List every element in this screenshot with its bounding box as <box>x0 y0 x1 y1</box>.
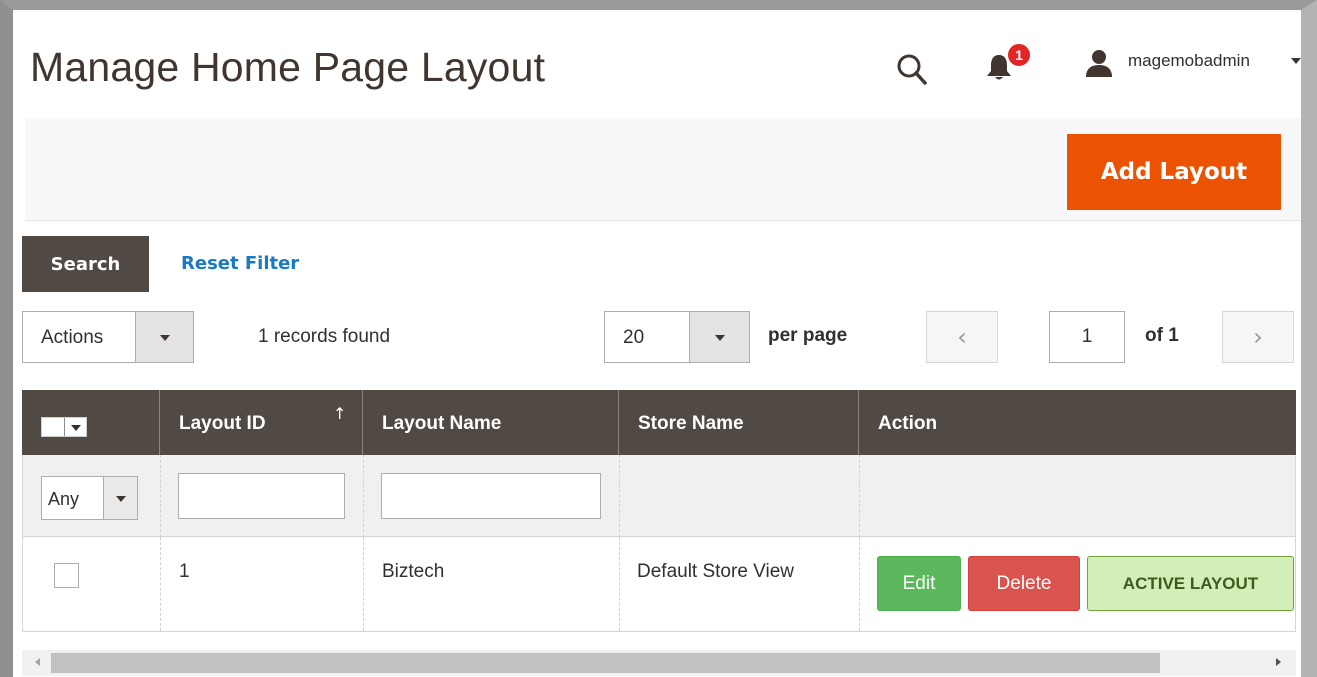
row-select-checkbox[interactable] <box>54 563 79 588</box>
column-divider <box>160 537 161 631</box>
scroll-right-icon[interactable] <box>1276 658 1281 666</box>
chevron-left-icon: ‹ <box>957 323 967 351</box>
page-size-select[interactable]: 20 <box>604 311 750 363</box>
filter-any-dropdown-button[interactable] <box>103 477 137 519</box>
layout-grid: Layout ID ↑ Layout Name Store Name Actio… <box>22 390 1296 632</box>
search-icon[interactable] <box>895 53 929 87</box>
active-layout-button[interactable]: ACTIVE LAYOUT <box>1087 556 1294 611</box>
username[interactable]: magemobadmin <box>1128 51 1250 71</box>
cell-store-name: Default Store View <box>637 561 795 582</box>
per-page-label: per page <box>768 325 848 346</box>
page-title: Manage Home Page Layout <box>30 44 546 90</box>
chevron-down-icon <box>714 335 725 341</box>
scrollbar-thumb[interactable] <box>51 653 1160 673</box>
column-divider <box>859 537 860 631</box>
column-header-layout-name[interactable]: Layout Name <box>362 390 618 455</box>
horizontal-scrollbar[interactable] <box>22 650 1296 676</box>
edit-button[interactable]: Edit <box>877 556 961 611</box>
cell-layout-id: 1 <box>179 561 190 582</box>
search-button[interactable]: Search <box>22 236 149 292</box>
column-divider <box>619 537 620 631</box>
next-page-button[interactable]: › <box>1222 311 1294 363</box>
scroll-left-icon[interactable] <box>35 658 40 666</box>
page-number-input[interactable] <box>1049 311 1125 363</box>
prev-page-button[interactable]: ‹ <box>926 311 998 363</box>
page-size-dropdown-button[interactable] <box>689 312 749 362</box>
records-found: 1 records found <box>258 326 391 347</box>
mass-actions-select[interactable]: Actions <box>22 311 194 363</box>
chevron-down-icon <box>159 335 170 341</box>
notifications[interactable]: 1 <box>983 42 1043 82</box>
grid-header: Layout ID ↑ Layout Name Store Name Actio… <box>22 390 1296 455</box>
column-mass-select <box>22 390 159 455</box>
page-size-value: 20 <box>623 327 645 348</box>
page-total: of 1 <box>1145 325 1179 346</box>
table-row: 1 Biztech Default Store View Edit Delete… <box>23 537 1295 631</box>
filter-any-select[interactable]: Any <box>41 476 138 520</box>
filter-layout-name-input[interactable] <box>381 473 601 519</box>
chevron-down-icon[interactable] <box>1291 58 1301 64</box>
column-divider <box>363 537 364 631</box>
column-divider <box>859 455 860 537</box>
grid-filter-row: Any <box>23 455 1295 537</box>
mass-actions-dropdown-button[interactable] <box>135 312 193 362</box>
column-header-action: Action <box>858 390 1296 455</box>
filter-any-label: Any <box>48 489 80 509</box>
mass-actions-label: Actions <box>41 327 104 348</box>
column-divider <box>363 455 364 537</box>
delete-button[interactable]: Delete <box>968 556 1080 611</box>
reset-filter-link[interactable]: Reset Filter <box>181 253 299 274</box>
mass-select-dropdown[interactable] <box>64 418 86 436</box>
filter-layout-id-input[interactable] <box>178 473 345 519</box>
cell-layout-name: Biztech <box>382 561 445 582</box>
column-header-store-name[interactable]: Store Name <box>618 390 858 455</box>
column-header-layout-id[interactable]: Layout ID <box>159 390 362 455</box>
sort-ascending-icon: ↑ <box>333 404 347 423</box>
chevron-down-icon <box>115 496 126 502</box>
column-divider <box>160 455 161 537</box>
column-divider <box>619 455 620 537</box>
chevron-right-icon: › <box>1253 323 1263 351</box>
mass-select-control[interactable] <box>41 417 87 437</box>
user-icon[interactable] <box>1083 49 1115 77</box>
add-layout-button[interactable]: Add Layout <box>1067 134 1281 210</box>
notification-badge: 1 <box>1006 42 1032 68</box>
chevron-down-icon <box>70 425 81 431</box>
